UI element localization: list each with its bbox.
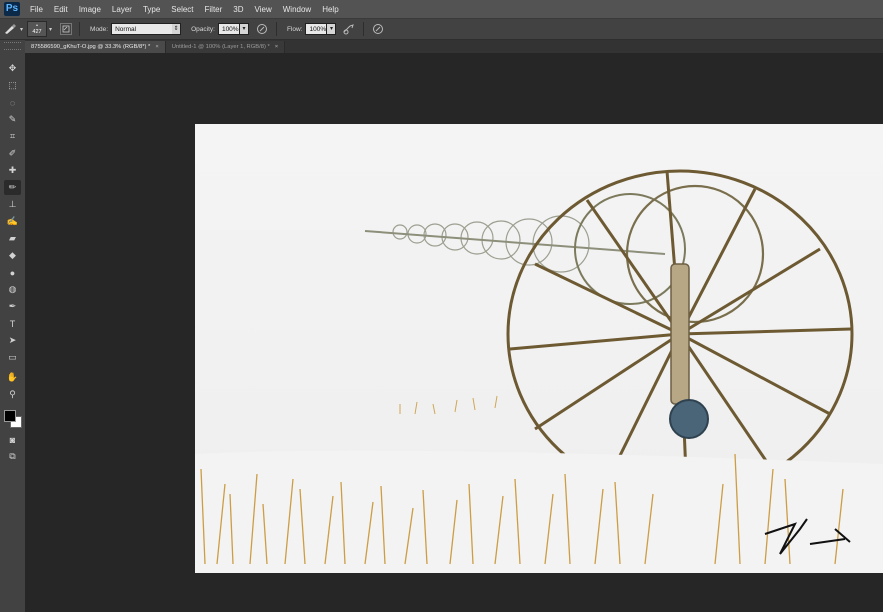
separator [275, 22, 277, 36]
pen-tool[interactable]: ✒ [4, 299, 21, 314]
pressure-opacity-icon[interactable] [255, 22, 269, 36]
screen-mode-icon: ⧉ [9, 451, 16, 461]
wheel-line-photo [195, 124, 883, 573]
eyedropper-icon: ✐ [8, 148, 17, 158]
quick-mask-button[interactable]: ◙ [4, 432, 21, 447]
paint-bucket-tool[interactable]: ◆ [4, 248, 21, 263]
menu-3d[interactable]: 3D [233, 5, 243, 14]
preset-dropdown-arrow-icon[interactable]: ▾ [20, 26, 23, 33]
arrow-icon: ➤ [8, 335, 17, 345]
brush-icon: ✏ [8, 182, 17, 192]
brush-tool[interactable]: ✏ [4, 180, 21, 195]
shape-tool[interactable]: ▭ [4, 350, 21, 365]
marquee-tool[interactable]: ⬚ [4, 78, 21, 93]
healing-brush-tool[interactable]: ✚ [4, 163, 21, 178]
brush-panel-toggle-icon[interactable] [60, 23, 73, 35]
rect-marquee-icon: ⬚ [8, 80, 17, 90]
flow-field[interactable]: 100% [305, 23, 328, 35]
brush-preset-icon[interactable] [3, 22, 17, 36]
menu-help[interactable]: Help [322, 5, 338, 14]
eyedropper-tool[interactable]: ✐ [4, 146, 21, 161]
dodge-icon: ◍ [8, 284, 17, 294]
type-tool[interactable]: T [4, 316, 21, 331]
brush-size-picker[interactable]: • 427 [27, 21, 48, 37]
menu-view[interactable]: View [255, 5, 272, 14]
type-icon: T [9, 318, 16, 329]
menu-bar: Ps File Edit Image Layer Type Select Fil… [0, 0, 883, 19]
menu-select[interactable]: Select [171, 5, 193, 14]
flow-label: Flow: [286, 25, 303, 33]
zoom-icon: ⚲ [9, 389, 16, 399]
history-brush-icon: ✍ [6, 216, 19, 226]
tab-label: Untitled-1 @ 100% (Layer 1, RGB/8) * [171, 44, 270, 50]
dodge-tool[interactable]: ◍ [4, 282, 21, 297]
lasso-icon: ◌ [9, 97, 16, 108]
panel-grip[interactable] [4, 42, 21, 50]
tab-label: 875586590_gKhuT-O.jpg @ 33.3% (RGB/8*) * [31, 44, 151, 50]
opacity-label: Opacity: [191, 25, 215, 33]
close-icon[interactable]: × [275, 44, 278, 50]
quick-select-tool[interactable]: ✎ [4, 112, 21, 127]
quick-mask-icon: ◙ [9, 434, 16, 445]
bandage-icon: ✚ [8, 165, 17, 175]
menu-file[interactable]: File [30, 5, 43, 14]
tools-panel: ✥ ⬚ ◌ ✎ ⌗ ✐ ✚ ✏ ⊥ ✍ ▰ ◆ ● ◍ ✒ T ➤ ▭ ✋ ⚲ ◙ ⧉ [0, 40, 26, 612]
eraser-tool[interactable]: ▰ [4, 231, 21, 246]
close-icon[interactable]: × [155, 44, 158, 50]
drop-icon: ● [9, 267, 16, 278]
menu-image[interactable]: Image [79, 5, 101, 14]
screen-mode-button[interactable]: ⧉ [4, 449, 21, 464]
separator [79, 22, 81, 36]
lasso-tool[interactable]: ◌ [4, 95, 21, 110]
path-select-tool[interactable]: ➤ [4, 333, 21, 348]
pen-icon: ✒ [8, 301, 17, 311]
pressure-size-icon[interactable] [371, 22, 385, 36]
rectangle-icon: ▭ [8, 352, 17, 362]
tab-document-photo[interactable]: 875586590_gKhuT-O.jpg @ 33.3% (RGB/8*) *… [25, 41, 166, 53]
hand-icon: ✋ [6, 372, 19, 382]
flow-dropdown-arrow-icon[interactable]: ▾ [327, 23, 337, 35]
blur-tool[interactable]: ● [4, 265, 21, 280]
mode-dropdown-arrow-icon[interactable]: ⇕ [172, 23, 182, 35]
options-bar: ▾ • 427 ▾ Mode: Normal ⇕ Opacity: 100% ▾… [0, 19, 883, 40]
eraser-icon: ▰ [9, 233, 16, 243]
hand-tool[interactable]: ✋ [4, 370, 21, 385]
menu-type[interactable]: Type [143, 5, 160, 14]
tab-document-untitled[interactable]: Untitled-1 @ 100% (Layer 1, RGB/8) * × [165, 41, 286, 53]
history-brush-tool[interactable]: ✍ [4, 214, 21, 229]
crop-tool[interactable]: ⌗ [4, 129, 21, 144]
brush-size-value: 427 [32, 29, 42, 35]
zoom-tool[interactable]: ⚲ [4, 387, 21, 402]
clone-stamp-tool[interactable]: ⊥ [4, 197, 21, 212]
bucket-icon: ◆ [9, 250, 16, 260]
move-icon: ✥ [8, 63, 17, 73]
menu-layer[interactable]: Layer [112, 5, 132, 14]
opacity-dropdown-arrow-icon[interactable]: ▾ [239, 23, 249, 35]
airbrush-icon[interactable] [342, 22, 356, 36]
separator [363, 22, 365, 36]
document-tabs: 875586590_gKhuT-O.jpg @ 33.3% (RGB/8*) *… [25, 40, 883, 53]
mode-label: Mode: [90, 25, 109, 33]
blend-mode-select[interactable]: Normal [111, 23, 182, 35]
move-tool[interactable]: ✥ [4, 61, 21, 76]
opacity-field[interactable]: 100% [217, 23, 240, 35]
photoshop-logo: Ps [4, 2, 20, 16]
menu-window[interactable]: Window [283, 5, 311, 14]
menu-filter[interactable]: Filter [205, 5, 223, 14]
stamp-icon: ⊥ [8, 199, 17, 209]
document-canvas-image[interactable] [195, 124, 883, 573]
size-dropdown-arrow-icon[interactable]: ▾ [49, 26, 52, 33]
foreground-color-swatch[interactable] [4, 410, 16, 422]
crop-icon: ⌗ [9, 131, 16, 141]
quick-select-icon: ✎ [8, 114, 17, 124]
menu-edit[interactable]: Edit [54, 5, 68, 14]
